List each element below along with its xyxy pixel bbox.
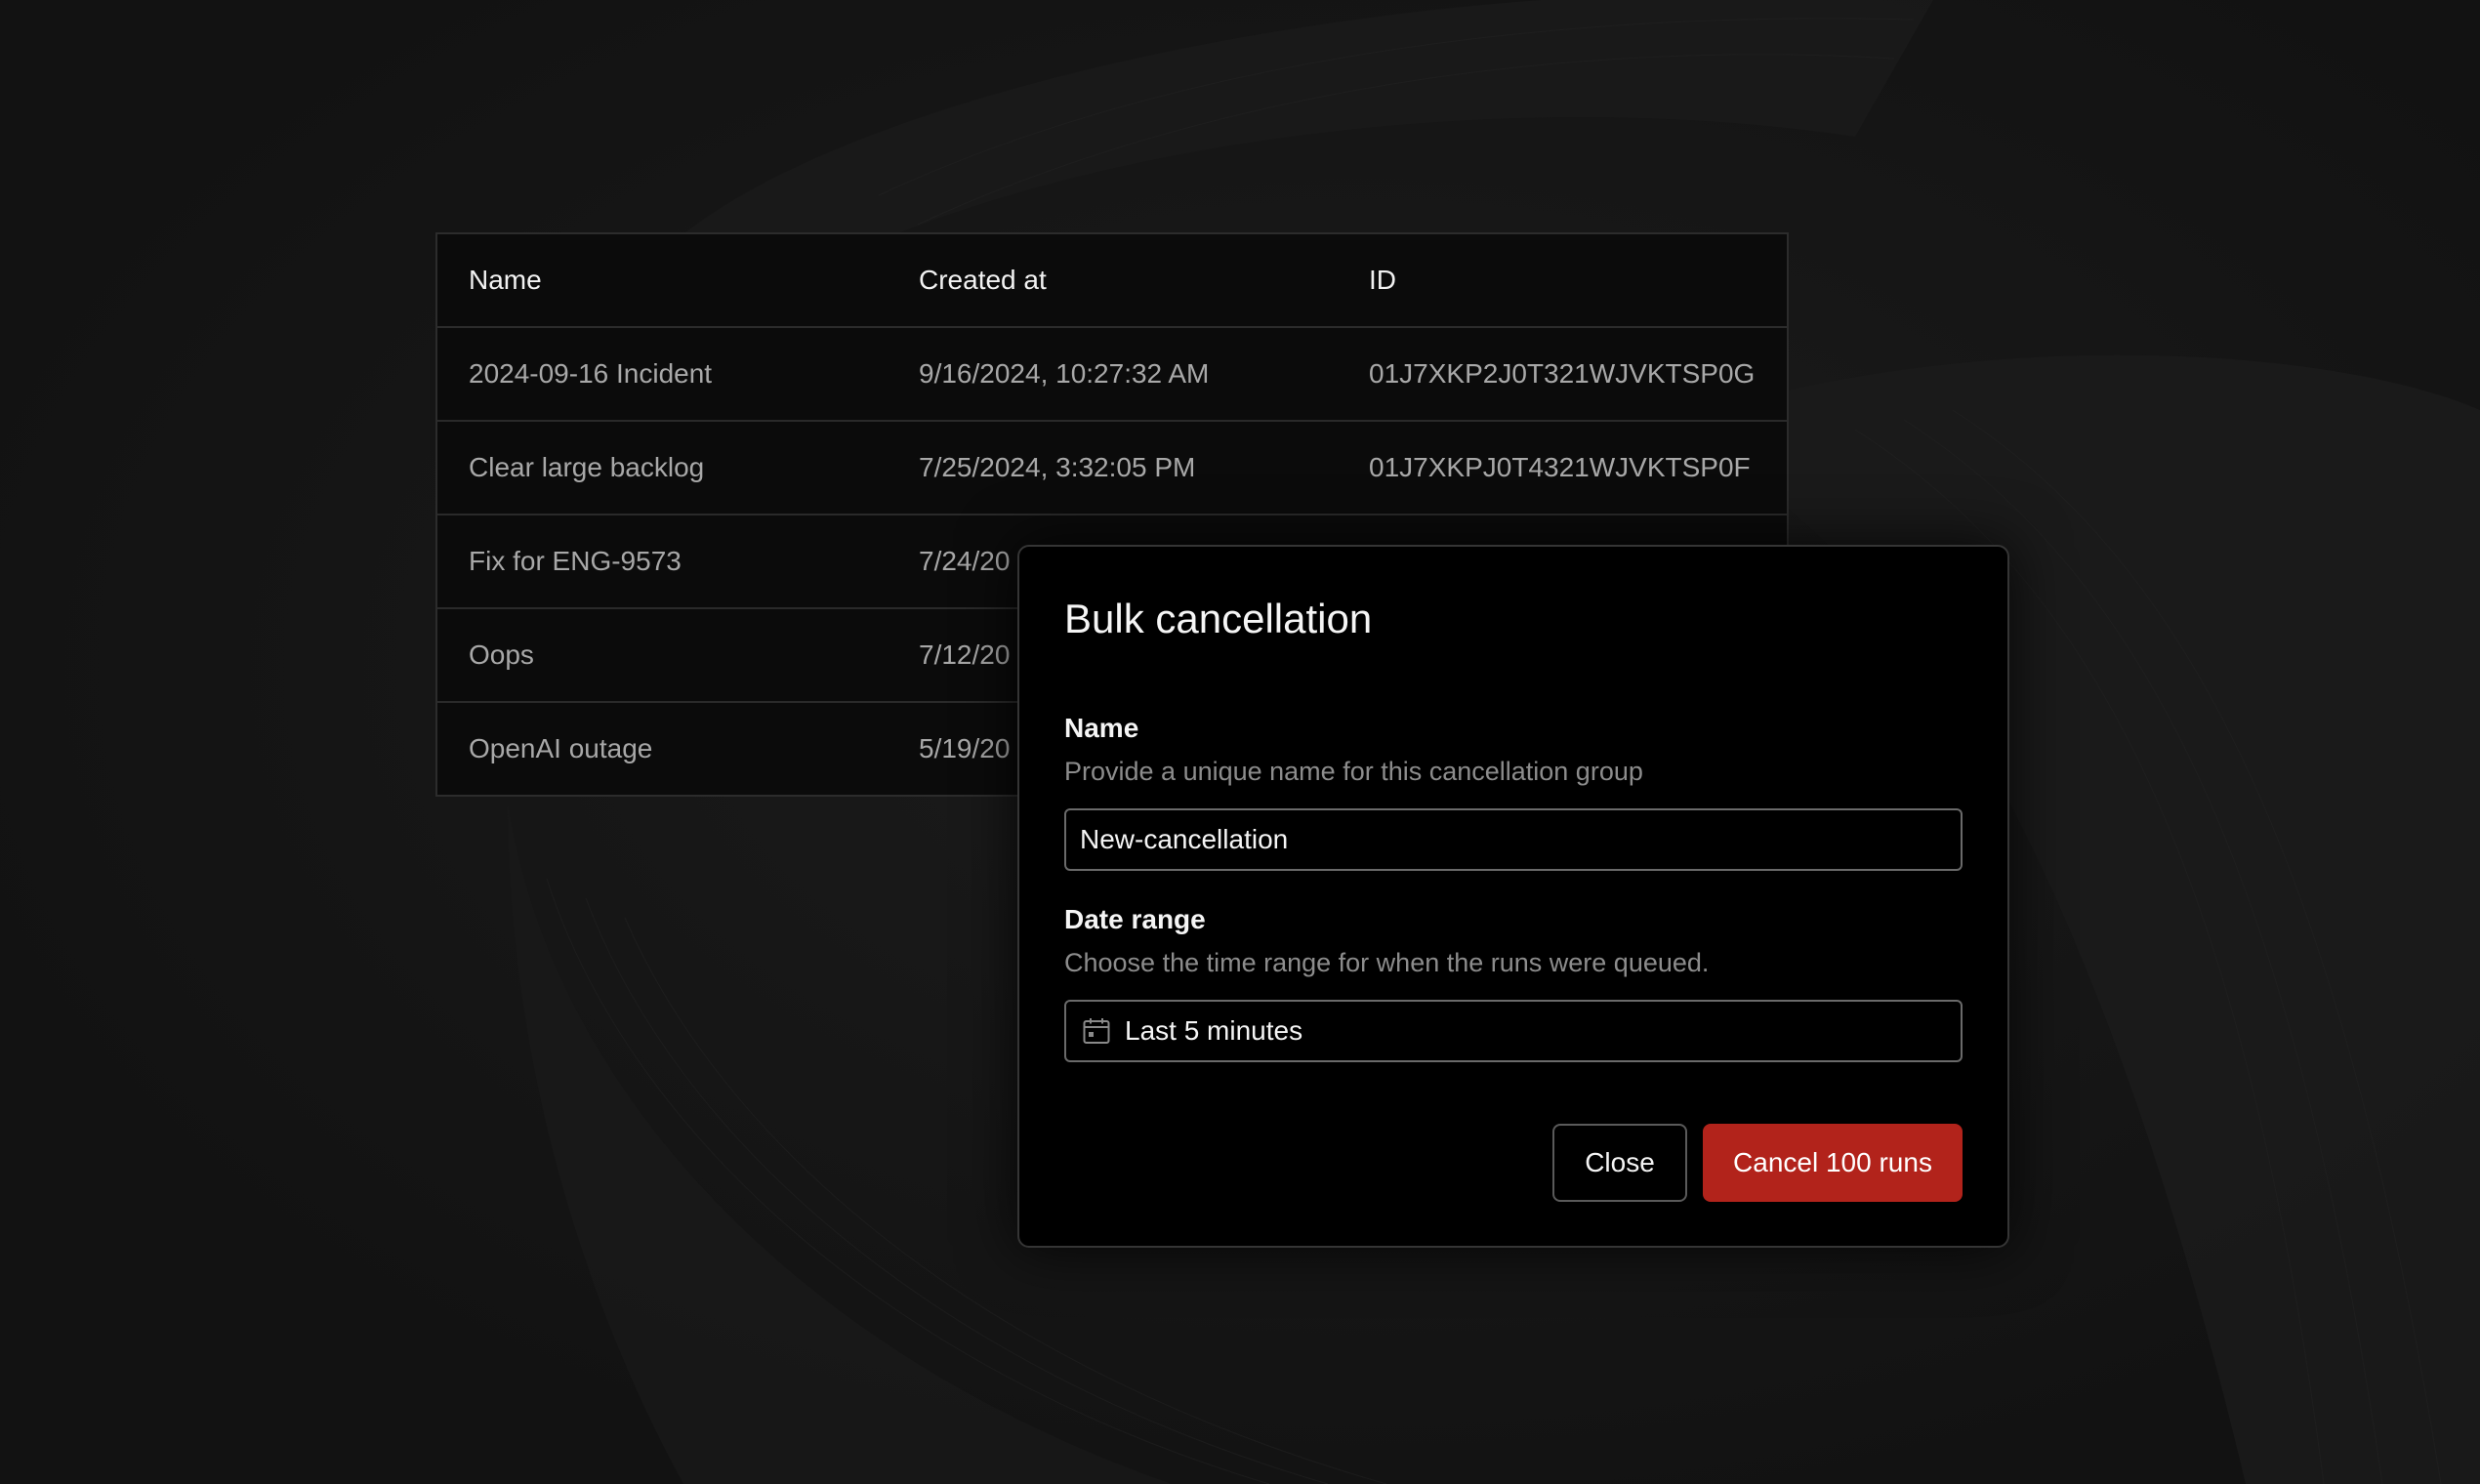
row-id: 01J7XKPJ0T4321WJVKTSP0F [1338, 421, 1787, 515]
row-name: Fix for ENG-9573 [437, 515, 888, 609]
column-header-created-at[interactable]: Created at [888, 234, 1338, 328]
row-created-at: 7/25/2024, 3:32:05 PM [888, 421, 1338, 515]
date-range-label: Date range [1064, 904, 1206, 934]
bulk-cancellation-dialog: Bulk cancellation Name Provide a unique … [1017, 545, 2009, 1248]
date-range-picker[interactable]: Last 5 minutes [1064, 1000, 1963, 1062]
table-row[interactable]: Clear large backlog 7/25/2024, 3:32:05 P… [437, 421, 1787, 515]
calendar-icon [1082, 1016, 1111, 1046]
table-row[interactable]: 2024-09-16 Incident 9/16/2024, 10:27:32 … [437, 327, 1787, 422]
date-range-value: Last 5 minutes [1125, 1015, 1303, 1046]
date-range-help: Choose the time range for when the runs … [1064, 948, 1710, 977]
row-name: OpenAI outage [469, 733, 653, 763]
row-name: 2024-09-16 Incident [437, 327, 888, 422]
row-name: Oops [437, 608, 888, 703]
column-header-id[interactable]: ID [1338, 234, 1787, 328]
column-header-name[interactable]: Name [437, 234, 888, 328]
name-field-help: Provide a unique name for this cancellat… [1064, 757, 1643, 786]
close-button[interactable]: Close [1552, 1124, 1687, 1202]
cancel-runs-button[interactable]: Cancel 100 runs [1703, 1124, 1963, 1202]
name-field-label: Name [1064, 713, 1139, 743]
dialog-title: Bulk cancellation [1064, 596, 1373, 641]
table-header-row: Name Created at ID [437, 234, 1787, 328]
row-created-at: 9/16/2024, 10:27:32 AM [888, 327, 1338, 422]
name-input[interactable] [1064, 808, 1963, 871]
row-id: 01J7XKP2J0T321WJVKTSP0G [1338, 327, 1787, 422]
row-name: Clear large backlog [437, 421, 888, 515]
